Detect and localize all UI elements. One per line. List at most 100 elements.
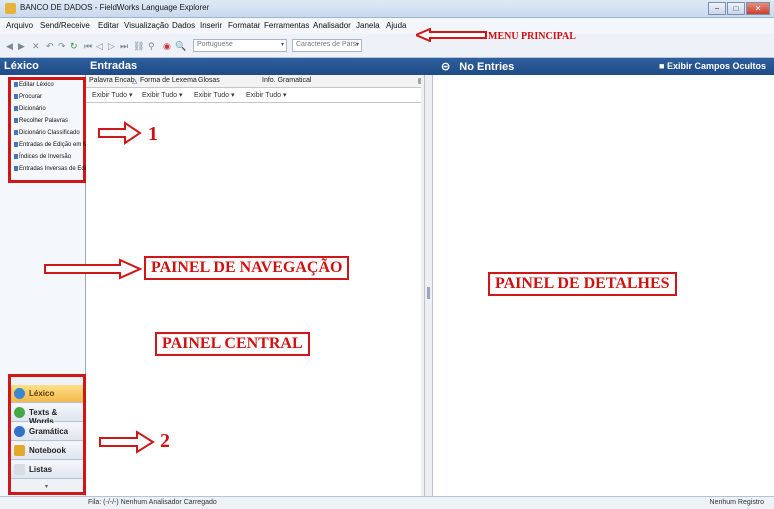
- characters-select[interactable]: Caracteres de Parsi ▾: [292, 39, 362, 52]
- area-label: Listas: [29, 465, 53, 474]
- chevron-down-icon: ▾: [280, 42, 284, 48]
- language-select-value: Portuguese: [197, 41, 233, 48]
- area-list: Léxico Texts & Words Gramática Notebook …: [8, 374, 86, 495]
- maximize-button[interactable]: □: [727, 2, 745, 15]
- tool-icon: [14, 106, 18, 111]
- nav-panel-header: Léxico: [0, 58, 86, 75]
- language-select[interactable]: Portuguese ▾: [193, 39, 287, 52]
- collapse-icon[interactable]: ⊝: [441, 61, 450, 73]
- column-info-gramatical[interactable]: Info. Gramatical: [262, 77, 311, 84]
- tool-icon: [14, 154, 18, 159]
- menu-visualizacao[interactable]: Visualização: [124, 21, 169, 30]
- detail-panel-header: ⊝ No Entries ■ Exibir Campos Ocultos: [433, 58, 774, 75]
- tool-icon: [14, 166, 18, 171]
- annotation-painel-central: PAINEL CENTRAL: [155, 332, 310, 356]
- tool-icon: [14, 130, 18, 135]
- status-right: Nenhum Registro: [709, 499, 764, 506]
- nav-item-label: Recolher Palavras: [19, 118, 69, 124]
- list-icon: [14, 464, 25, 475]
- nav-item-indices-inversao[interactable]: Índices de Inversão: [14, 154, 71, 160]
- menu-analisador[interactable]: Analisador: [313, 21, 351, 30]
- filter-glosas[interactable]: Exibir Tudo ▾: [194, 91, 235, 99]
- area-button-texts-words[interactable]: Texts & Words: [11, 404, 83, 426]
- window-title: BANCO DE DADOS - FieldWorks Language Exp…: [20, 3, 210, 12]
- filter-forma[interactable]: Exibir Tudo ▾: [142, 91, 183, 99]
- filter-palavra[interactable]: Exibir Tudo ▾: [92, 91, 133, 99]
- nav-item-label: Índices de Inversão: [19, 154, 72, 160]
- annotation-number-1: 1: [148, 123, 158, 145]
- nav-item-procurar[interactable]: Procurar: [14, 94, 42, 100]
- column-forma-lexema[interactable]: Forma de Lexema: [140, 77, 197, 84]
- annotation-arrow-navegacao: [44, 258, 142, 280]
- nav-item-entradas-edicao[interactable]: Entradas de Edição em M: [14, 142, 88, 148]
- area-button-listas[interactable]: Listas: [11, 461, 83, 479]
- annotation-arrow-1: [98, 121, 142, 145]
- find-icon[interactable]: 🔍: [175, 41, 186, 52]
- nav-item-label: Entradas de Edição em M: [19, 142, 89, 148]
- filter-label: Exibir Tudo: [142, 92, 178, 99]
- area-button-notebook[interactable]: Notebook: [11, 442, 83, 460]
- menu-inserir[interactable]: Inserir: [200, 21, 222, 30]
- menu-dados[interactable]: Dados: [172, 21, 195, 30]
- menu-send-receive[interactable]: Send/Receive: [40, 21, 90, 30]
- menu-janela[interactable]: Janela: [356, 21, 380, 30]
- nav-item-entradas-inversas[interactable]: Entradas Inversas de Edi: [14, 166, 86, 172]
- minimize-button[interactable]: −: [708, 2, 726, 15]
- splitter-grip[interactable]: [427, 287, 430, 299]
- show-hidden-fields-label: Exibir Campos Ocultos: [666, 61, 766, 71]
- forward-icon[interactable]: ▶: [18, 41, 25, 52]
- sort-icon: △: [132, 78, 138, 85]
- menu-arquivo[interactable]: Arquivo: [6, 21, 33, 30]
- filter-icon[interactable]: ⚲: [148, 41, 155, 52]
- pane-splitter[interactable]: [424, 75, 433, 496]
- tool-icon: [14, 118, 18, 123]
- style-icon[interactable]: ◉: [163, 41, 171, 52]
- previous-record-icon[interactable]: ◁: [96, 41, 103, 52]
- chevron-down-icon[interactable]: ▾: [45, 483, 48, 490]
- entries-table-header: Palavra Encab. △ Forma de Lexema Glosas …: [86, 75, 431, 88]
- menu-ferramentas[interactable]: Ferramentas: [264, 21, 309, 30]
- column-palavra-encab[interactable]: Palavra Encab.: [89, 77, 136, 84]
- last-record-icon[interactable]: ⏭: [120, 41, 128, 52]
- link-icon[interactable]: ⛓: [133, 41, 144, 52]
- app-icon: [5, 3, 16, 14]
- close-button[interactable]: ✕: [746, 2, 770, 15]
- nav-item-dicionario[interactable]: Dicionário: [14, 106, 46, 112]
- toolbar: ◀ ▶ ✕ ↶ ↷ ↻ ⏮ ◁ ▷ ⏭ ⛓ ⚲ ◉ 🔍 Portuguese ▾…: [0, 34, 774, 58]
- nav-item-recolher-palavras[interactable]: Recolher Palavras: [14, 118, 68, 124]
- show-hidden-fields[interactable]: ■ Exibir Campos Ocultos: [659, 61, 766, 71]
- detail-header-text: No Entries: [459, 61, 515, 73]
- filter-info[interactable]: Exibir Tudo ▾: [246, 91, 287, 99]
- area-label: Léxico: [29, 389, 55, 398]
- annotation-number-2: 2: [160, 430, 170, 452]
- redo-icon[interactable]: ↷: [58, 41, 66, 52]
- back-icon[interactable]: ◀: [6, 41, 13, 52]
- status-bar: Fila: (-/-/-) Nenhum Analisador Carregad…: [0, 496, 774, 509]
- filter-label: Exibir Tudo: [246, 92, 282, 99]
- entries-filter-row: Exibir Tudo ▾ Exibir Tudo ▾ Exibir Tudo …: [86, 88, 431, 103]
- delete-icon[interactable]: ✕: [32, 41, 40, 52]
- grammar-icon: [14, 426, 25, 437]
- texts-icon: [14, 407, 25, 418]
- annotation-menu-principal: MENU PRINCIPAL: [488, 31, 576, 42]
- menu-formatar[interactable]: Formatar: [228, 21, 260, 30]
- first-record-icon[interactable]: ⏮: [84, 41, 92, 52]
- menu-editar[interactable]: Editar: [98, 21, 119, 30]
- nav-item-dicionario-classificado[interactable]: Dicionário Classificado: [14, 130, 80, 136]
- refresh-icon[interactable]: ↻: [70, 41, 78, 52]
- characters-select-value: Caracteres de Parsi: [296, 41, 358, 48]
- area-button-gramatica[interactable]: Gramática: [11, 423, 83, 441]
- nav-item-label: Dicionário Classificado: [19, 130, 80, 136]
- tool-icon: [14, 142, 18, 147]
- area-button-lexico[interactable]: Léxico: [11, 385, 83, 403]
- nav-tool-list: Editar Léxico Procurar Dicionário Recolh…: [8, 77, 88, 183]
- menu-ajuda[interactable]: Ajuda: [386, 21, 406, 30]
- annotation-painel-navegacao: PAINEL DE NAVEGAÇÃO: [144, 256, 350, 280]
- next-record-icon[interactable]: ▷: [108, 41, 115, 52]
- nav-item-editar-lexico[interactable]: Editar Léxico: [14, 82, 54, 88]
- undo-icon[interactable]: ↶: [46, 41, 54, 52]
- filter-label: Exibir Tudo: [92, 92, 128, 99]
- nav-item-label: Dicionário: [19, 106, 46, 112]
- column-glosas[interactable]: Glosas: [198, 77, 220, 84]
- chevron-down-icon: ▾: [355, 42, 359, 48]
